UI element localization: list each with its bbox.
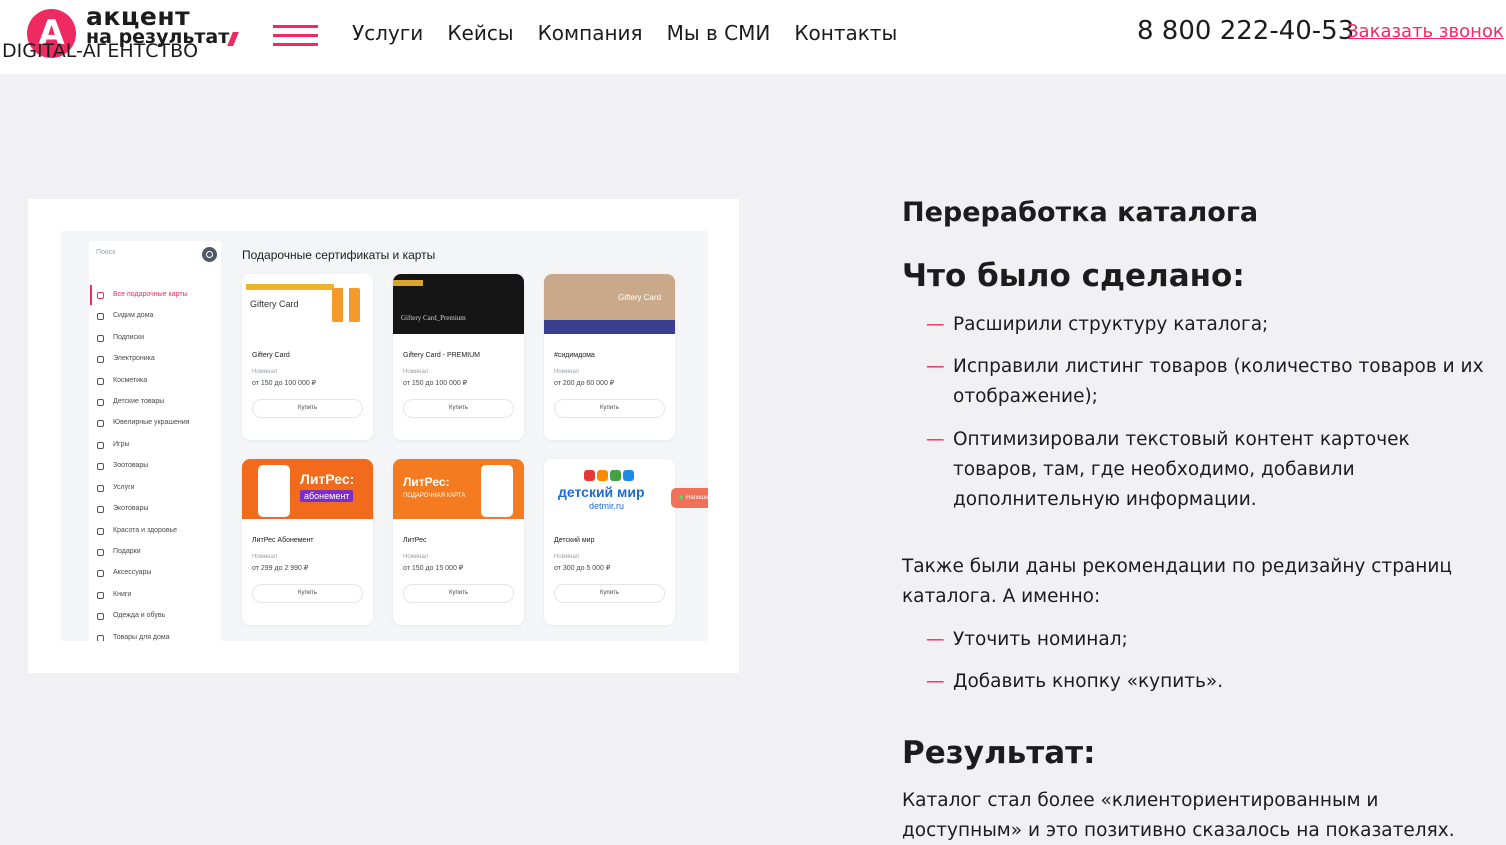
done-heading: Что было сделано: — [902, 258, 1245, 294]
catalog-preview: Поиск Все подарочные карты Сидим дома По… — [61, 231, 708, 641]
category-item: Электроника — [97, 354, 155, 364]
product-card: ЛитРес: абонемент ЛитРес Абонемент Номин… — [242, 459, 373, 625]
buy-button: Купить — [554, 399, 665, 418]
detmir-logo-icon — [584, 470, 634, 481]
catalog-sidebar: Поиск Все подарочные карты Сидим дома По… — [89, 241, 221, 641]
category-item: Все подарочные карты — [97, 290, 188, 300]
callback-link[interactable]: Заказать звонок — [1347, 21, 1504, 43]
buy-button: Купить — [403, 584, 514, 603]
main-nav: Услуги Кейсы Компания Мы в СМИ Контакты — [352, 20, 897, 46]
case-screenshot: Поиск Все подарочные карты Сидим дома По… — [28, 199, 739, 673]
done-item: Расширили структуру каталога; — [926, 310, 1491, 340]
search-placeholder: Поиск — [96, 249, 116, 256]
product-card: детский мир detmir.ru Детский мир Номина… — [544, 459, 675, 625]
site-header: A акцент на результат DIGITAL-АГЕНТСТВО … — [0, 0, 1506, 74]
done-item: Оптимизировали текстовый контент карточе… — [926, 425, 1491, 515]
category-item: Подарки — [97, 547, 141, 557]
product-card: ЛитРес: ПОДАРОЧНАЯ КАРТА ЛитРес Номинал … — [393, 459, 524, 625]
card-image: Giftery Card — [242, 274, 373, 334]
recommendation-item: Добавить кнопку «купить». — [926, 667, 1491, 697]
active-category-marker — [90, 285, 92, 305]
card-image: детский мир detmir.ru — [544, 459, 675, 519]
category-item: Подписки — [97, 333, 144, 343]
result-text: Каталог стал более «клиенториентированны… — [902, 790, 1455, 841]
result-heading: Результат: — [902, 735, 1096, 771]
logo-subtitle: DIGITAL-АГЕНТСТВО — [2, 40, 199, 62]
recommendation-item: Уточить номинал; — [926, 625, 1491, 655]
category-item: Аксессуары — [97, 568, 151, 578]
category-item: Зоотовары — [97, 461, 148, 471]
section-heading: Переработка каталога — [902, 197, 1259, 228]
category-item: Детские товары — [97, 397, 164, 407]
product-card: Giftery Card #сидимдома Номинал от 200 д… — [544, 274, 675, 440]
category-item: Игры — [97, 440, 130, 450]
chat-widget: Напишите нам, м — [671, 488, 708, 508]
category-item: Сидим дома — [97, 311, 153, 321]
category-item: Услуги — [97, 483, 135, 493]
logo[interactable]: A акцент на результат DIGITAL-АГЕНТСТВО — [0, 0, 250, 74]
buy-button: Купить — [252, 584, 363, 603]
product-card: Giftery Card Giftery Card Номинал от 150… — [242, 274, 373, 440]
phone-number[interactable]: 8 800 222-40-53 — [1137, 14, 1354, 48]
card-image: Giftery Card_Premium — [393, 274, 524, 334]
menu-burger-icon[interactable] — [273, 25, 318, 46]
nav-services[interactable]: Услуги — [352, 20, 423, 46]
buy-button: Купить — [554, 584, 665, 603]
card-image: Giftery Card — [544, 274, 675, 334]
gift-box-icon — [332, 288, 360, 322]
nav-contacts[interactable]: Контакты — [794, 20, 897, 46]
recommendation-text: Также были даны рекомендации по редизайн… — [902, 556, 1452, 607]
nav-company[interactable]: Компания — [538, 20, 643, 46]
card-image: ЛитРес: ПОДАРОЧНАЯ КАРТА — [393, 459, 524, 519]
category-item: Книги — [97, 590, 131, 600]
category-item: Товары для дома — [97, 633, 170, 641]
catalog-title: Подарочные сертификаты и карты — [242, 248, 436, 262]
category-item: Ювелирные украшения — [97, 418, 189, 428]
buy-button: Купить — [403, 399, 514, 418]
catalog-search: Поиск — [93, 245, 217, 263]
nav-cases[interactable]: Кейсы — [447, 20, 513, 46]
card-image: ЛитРес: абонемент — [242, 459, 373, 519]
nav-media[interactable]: Мы в СМИ — [667, 20, 771, 46]
search-icon — [202, 247, 217, 262]
buy-button: Купить — [252, 399, 363, 418]
category-item: Экотовары — [97, 504, 148, 514]
category-item: Косметика — [97, 376, 147, 386]
done-item: Исправили листинг товаров (количество то… — [926, 352, 1491, 412]
category-item: Одежда и обувь — [97, 611, 165, 621]
category-item: Красота и здоровье — [97, 526, 177, 536]
product-card: Giftery Card_Premium Giftery Card - PREM… — [393, 274, 524, 440]
